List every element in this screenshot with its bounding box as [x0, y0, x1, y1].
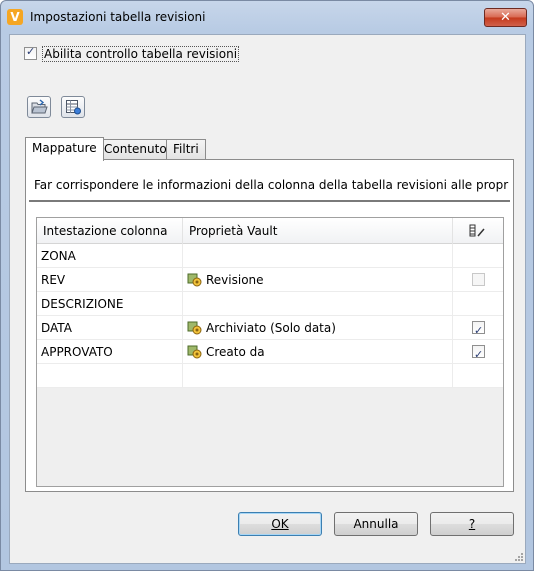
property-label: Archiviato (Solo data) [206, 321, 336, 335]
window-title: Impostazioni tabella revisioni [30, 10, 206, 24]
cell-intestazione[interactable] [37, 364, 183, 388]
cell-proprieta[interactable]: Revisione [183, 268, 453, 292]
property-label: Revisione [206, 273, 264, 287]
vault-property-icon [187, 321, 202, 334]
dialog-window: V Impostazioni tabella revisioni ✕ Abili… [0, 0, 534, 571]
cell-proprieta[interactable]: Archiviato (Solo data) [183, 316, 453, 340]
mapping-grid[interactable]: Intestazione colonna Proprietà Vault ZON… [36, 217, 504, 487]
cell-proprieta[interactable] [183, 292, 453, 316]
tab-filtri[interactable]: Filtri [166, 139, 206, 160]
row-edit-checkbox[interactable] [472, 319, 485, 343]
help-button[interactable]: ? [430, 512, 514, 536]
cancel-button[interactable]: Annulla [334, 512, 418, 536]
header-intestazione-colonna[interactable]: Intestazione colonna [37, 218, 183, 244]
header-proprieta-vault[interactable]: Proprietà Vault [183, 218, 453, 244]
table-row[interactable]: DATA Archiviato (Solo data) [37, 316, 504, 343]
enable-checkbox-label[interactable]: Abilita controllo tabella revisioni [42, 46, 240, 62]
table-row[interactable]: ZONA [37, 244, 503, 268]
title-bar[interactable]: V Impostazioni tabella revisioni ✕ [1, 1, 533, 35]
close-button[interactable]: ✕ [484, 8, 527, 27]
property-label: Creato da [206, 345, 265, 359]
open-folder-button[interactable] [27, 96, 51, 118]
cancel-button-label: Annulla [353, 517, 399, 531]
ok-button[interactable]: OK [238, 512, 322, 536]
cell-edit [453, 244, 504, 268]
cell-intestazione[interactable]: REV [37, 268, 183, 292]
cell-proprieta[interactable] [183, 364, 453, 388]
ok-button-label: OK [271, 517, 289, 531]
tab-contenuto[interactable]: Contenuto [97, 139, 174, 160]
edit-column-icon [469, 224, 485, 237]
mappature-panel: Far corrispondere le informazioni della … [25, 159, 514, 492]
table-row[interactable]: APPROVATO Creato da [37, 340, 504, 367]
row-edit-checkbox[interactable] [472, 343, 485, 367]
cell-edit [453, 340, 504, 367]
table-settings-button[interactable] [61, 96, 85, 118]
enable-checkbox[interactable] [24, 45, 37, 60]
separator-line [29, 200, 510, 202]
cell-proprieta[interactable] [183, 244, 453, 268]
table-row[interactable] [37, 364, 503, 388]
cell-intestazione[interactable]: APPROVATO [37, 340, 183, 364]
open-folder-icon [31, 99, 48, 114]
help-button-label: ? [468, 517, 476, 531]
vault-app-icon: V [7, 9, 23, 25]
grid-header: Intestazione colonna Proprietà Vault [37, 218, 503, 244]
cell-edit [453, 292, 504, 316]
tab-mappature[interactable]: Mappature [25, 137, 104, 161]
vault-property-icon [187, 273, 202, 286]
cell-intestazione[interactable]: DESCRIZIONE [37, 292, 183, 316]
table-row[interactable]: DESCRIZIONE [37, 292, 503, 316]
cell-edit [453, 364, 504, 388]
vault-property-icon [187, 345, 202, 358]
resize-grip-icon[interactable] [513, 551, 523, 561]
cell-proprieta[interactable]: Creato da [183, 340, 453, 364]
table-properties-icon [66, 100, 81, 115]
row-edit-checkbox [472, 273, 485, 286]
table-row[interactable]: REV Revisione [37, 268, 503, 292]
header-edit-column[interactable] [453, 218, 504, 244]
dialog-client-area: Abilita controllo tabella revisioni Mapp… [9, 34, 526, 564]
cell-intestazione[interactable]: ZONA [37, 244, 183, 268]
cell-edit [453, 268, 504, 292]
cell-edit [453, 316, 504, 343]
mapping-description: Far corrispondere le informazioni della … [34, 178, 509, 192]
cell-intestazione[interactable]: DATA [37, 316, 183, 340]
